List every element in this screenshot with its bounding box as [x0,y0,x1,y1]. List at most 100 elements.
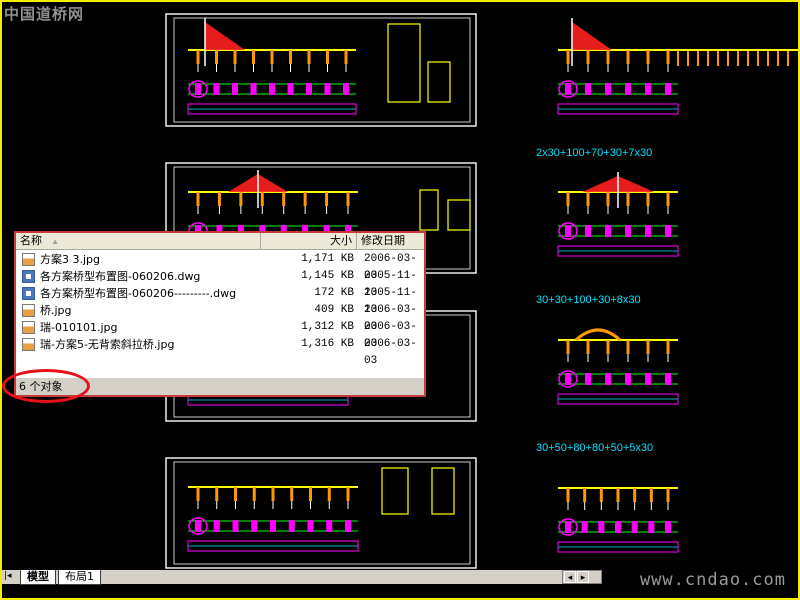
plan-pier-marker [565,521,571,533]
tab-layout1-label: 布局1 [65,570,94,583]
arch-rib [574,328,622,342]
file-row[interactable]: 各方案桥型布置图-060206---------.dwg 172 KB 2005… [20,285,424,316]
watermark-top-left: 中国道桥网 [4,5,85,23]
plan-pier-marker [645,225,651,237]
column-name-header[interactable]: 名称 ▲ [16,233,261,249]
plan-pier-marker [665,373,671,385]
watermark-bottom-right: www.cndao.com [639,570,786,590]
plan-pier-marker [269,83,275,95]
plan-pier-marker [585,225,591,237]
jpg-file-icon [22,338,35,351]
plan-pier-marker [287,83,294,95]
file-size: 409 KB [314,304,354,316]
cross-section-detail [381,467,409,515]
cable-fan [205,22,245,50]
tab-model-label: 模型 [27,570,49,583]
horizontal-scrollbar[interactable]: ◂ ▸ [562,570,602,584]
plan-pier-marker [324,83,331,95]
plan-pier-marker [195,83,201,95]
plan-pier-marker [345,520,351,532]
dwg-file-icon [22,270,35,283]
scroll-left-arrow-icon[interactable]: ◂ [564,571,576,583]
file-date: 2006-03-03 [364,338,417,367]
cross-section-detail [431,467,455,515]
plan-pier-marker [195,520,201,532]
plan-pier-marker [306,83,312,95]
plan-pier-marker [232,520,239,532]
column-name-label: 名称 [20,235,42,247]
span-label-1: 2x30+100+70+30+7x30 [536,147,653,159]
plan-pier-marker [645,373,651,385]
cross-section-detail [427,61,451,103]
plan-pier-marker [307,520,314,532]
plan-pier-marker [665,83,671,95]
column-size-header[interactable]: 大小 [261,233,357,249]
jpg-file-icon [22,304,35,317]
highlight-ring [2,369,90,403]
file-name: 方案3 3.jpg [40,253,101,266]
file-size: 1,316 KB [301,338,354,350]
cable-fan [572,22,612,50]
file-list-panel: 名称 ▲ 大小 修改日期 方案3 3.jpg 1,171 KB 2006-03-… [14,231,426,397]
column-header: 名称 ▲ 大小 修改日期 [16,233,424,250]
column-modified-header[interactable]: 修改日期 [357,233,424,249]
plan-pier-marker [565,83,571,95]
plan-pier-marker [213,83,220,95]
plan-pier-marker [665,521,671,533]
span-label-2: 30+30+100+30+8x30 [536,294,641,306]
file-row[interactable]: 瑞-010101.jpg 1,312 KB 2006-03-03 [20,319,424,350]
plan-pier-marker [585,83,591,95]
plan-pier-marker [645,83,651,95]
file-name: 瑞-方案5-无背索斜拉桥.jpg [40,338,175,351]
plan-pier-marker [232,83,238,95]
plan-pier-marker [565,373,571,385]
plan-pier-marker [615,521,621,533]
column-size-label: 大小 [330,235,352,247]
plan-pier-marker [581,521,588,533]
plan-pier-marker [605,225,611,237]
plan-pier-marker [251,520,258,532]
file-size: 1,312 KB [301,321,354,333]
plan-pier-marker [625,373,631,385]
file-name: 各方案桥型布置图-060206---------.dwg [40,287,237,300]
span-label-3: 30+50+80+80+50+5x30 [536,442,654,454]
file-size: 1,145 KB [301,270,354,282]
dwg-file-icon [22,287,35,300]
plan-pier-marker [605,373,611,385]
plan-pier-marker [648,521,655,533]
cross-section-detail [387,23,421,103]
plan-pier-marker [250,83,257,95]
plan-pier-marker [288,520,295,532]
plan-pier-marker [625,225,631,237]
plan-pier-marker [605,83,611,95]
tab-layout1[interactable]: 布局1 [58,570,101,585]
drawing-sheet-border [173,461,471,565]
file-name: 桥.jpg [40,304,72,317]
file-name: 各方案桥型布置图-060206.dwg [40,270,201,283]
plan-pier-marker [326,520,333,532]
file-name: 瑞-010101.jpg [40,321,118,334]
plan-pier-marker [270,520,276,532]
plan-pier-marker [565,225,571,237]
scroll-right-arrow-icon[interactable]: ▸ [577,571,589,583]
plan-pier-marker [213,520,220,532]
file-row[interactable]: 各方案桥型布置图-060206.dwg 1,145 KB 2005-11-13 [20,268,424,299]
plan-pier-marker [665,225,671,237]
plan-pier-marker [631,521,638,533]
column-modified-label: 修改日期 [361,235,405,247]
file-size: 172 KB [314,287,354,299]
plan-pier-marker [625,83,631,95]
file-size: 1,171 KB [301,253,354,265]
plan-pier-marker [343,83,349,95]
tab-scroll-left-icon[interactable]: |◂ [4,571,12,581]
file-row[interactable]: 方案3 3.jpg 1,171 KB 2006-03-03 [20,251,424,282]
jpg-file-icon [22,253,35,266]
cross-section-detail [447,199,471,231]
cross-section-detail [419,189,439,231]
file-row[interactable]: 桥.jpg 409 KB 2006-03-03 [20,302,424,333]
plan-pier-marker [585,373,591,385]
tab-model[interactable]: 模型 [20,570,56,585]
jpg-file-icon [22,321,35,334]
file-row[interactable]: 瑞-方案5-无背索斜拉桥.jpg 1,316 KB 2006-03-03 [20,336,424,367]
layout-tab-bar: |◂ 模型 布局1 [2,570,562,585]
